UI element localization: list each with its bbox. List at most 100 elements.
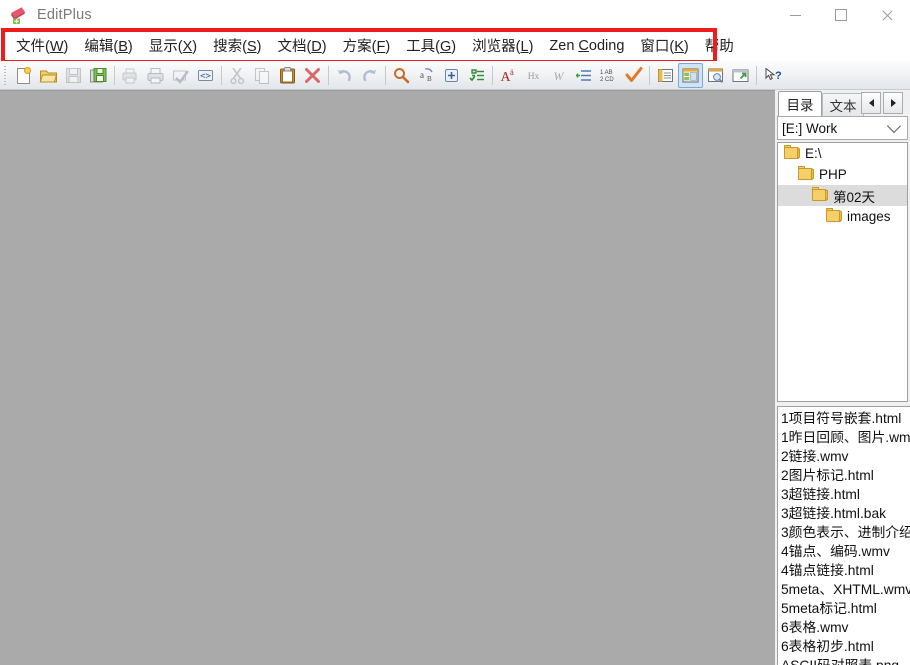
window-controls [772, 0, 910, 30]
menu-item-8[interactable]: Zen Coding [541, 35, 632, 57]
indent-button[interactable] [571, 63, 596, 88]
maximize-button[interactable] [818, 0, 864, 30]
hex-view-button[interactable]: Hx [521, 63, 546, 88]
minimize-icon [789, 14, 801, 16]
menu-item-9[interactable]: 窗口(K) [632, 32, 696, 59]
font-button[interactable]: A ä [496, 63, 521, 88]
close-icon [881, 9, 893, 21]
file-list-item[interactable]: 1项目符号嵌套.html [781, 409, 910, 428]
file-list-item[interactable]: 3超链接.html [781, 485, 910, 504]
spell-ok-button[interactable] [621, 63, 646, 88]
goto-line-button[interactable] [439, 63, 464, 88]
svg-text:ä: ä [510, 67, 514, 77]
menu-item-1[interactable]: 编辑(B) [76, 32, 140, 59]
file-list-item[interactable]: 2链接.wmv [781, 447, 910, 466]
menu-item-mnemonic: (S) [242, 39, 262, 55]
tab-text[interactable]: 文本 [822, 93, 864, 116]
sort-button[interactable]: 1 AB 2 CD [596, 63, 621, 88]
menu-item-3[interactable]: 搜索(S) [205, 32, 269, 59]
menu-item-label: 窗口 [640, 39, 670, 55]
drive-selector[interactable]: [E:] Work [777, 116, 908, 140]
file-list-item[interactable]: 4锚点链接.html [781, 561, 910, 580]
tab-directory[interactable]: 目录 [778, 91, 822, 116]
menu-item-mnemonic: (F) [371, 39, 391, 55]
menu-item-mnemonic: (X) [177, 39, 198, 55]
toolbar-grip[interactable] [2, 65, 9, 85]
browser-preview-button[interactable] [728, 63, 753, 88]
tree-node-0[interactable]: E:\ [778, 143, 907, 164]
paste-button[interactable] [275, 63, 300, 88]
tab-scroll-left-button[interactable] [861, 92, 881, 114]
svg-text:1 AB: 1 AB [600, 70, 613, 76]
print-preview-button[interactable] [118, 63, 143, 88]
menu-bar: 文件(W) 编辑(B) 显示(X) 搜索(S) 文档(D) 方案(F) 工具(G) 浏览器(L… [0, 30, 910, 61]
clip-library-button[interactable] [703, 63, 728, 88]
title-bar: EditPlus [0, 0, 910, 30]
print-button[interactable] [143, 63, 168, 88]
svg-text:a: a [420, 70, 424, 80]
file-list-item[interactable]: 1昨日回顾、图片.wmv [781, 428, 910, 447]
file-list-item[interactable]: ASCII码对照表.png [781, 656, 910, 665]
toolbar: <> a B A ä Hx W 1 AB 2 CD ? [0, 61, 910, 90]
menu-item-0[interactable]: 文件(W) [8, 32, 76, 59]
file-list-item[interactable]: 2图片标记.html [781, 466, 910, 485]
drive-selector-value: [E:] Work [782, 120, 838, 136]
menu-item-label: 编辑 [84, 39, 114, 55]
file-list[interactable]: 1项目符号嵌套.html 1昨日回顾、图片.wmv 2链接.wmv 2图片标记.htm… [777, 406, 910, 665]
menu-item-mnemonic: (D) [306, 39, 327, 55]
menu-item-label: 浏览器 [472, 39, 516, 55]
file-list-item[interactable]: 3超链接.html.bak [781, 504, 910, 523]
file-list-item[interactable]: 3颜色表示、进制介绍.wmv [781, 523, 910, 542]
file-list-item[interactable]: 5meta、XHTML.wmv [781, 580, 910, 599]
undo-button[interactable] [332, 63, 357, 88]
tree-node-label: E:\ [805, 146, 822, 161]
tree-node-3[interactable]: images [778, 206, 907, 227]
tree-node-1[interactable]: PHP [778, 164, 907, 185]
find-button[interactable] [389, 63, 414, 88]
menu-item-label: 方案 [342, 39, 372, 55]
menu-item-2[interactable]: 显示(X) [141, 32, 205, 59]
output-window-button[interactable] [653, 63, 678, 88]
save-all-button[interactable] [86, 63, 111, 88]
find-replace-button[interactable]: a B [414, 63, 439, 88]
toggle-bookmark-button[interactable] [464, 63, 489, 88]
menu-item-mnemonic: (W) [45, 39, 69, 55]
svg-text:Hx: Hx [528, 72, 540, 82]
directory-panel-tabstrip: 目录 文本 [775, 90, 910, 116]
folder-tree[interactable]: E:\ PHP 第02天 images [777, 142, 908, 402]
menu-item-10[interactable]: 帮助 [697, 32, 742, 59]
editor-client-area[interactable] [0, 90, 775, 665]
svg-text:2 CD: 2 CD [600, 77, 614, 83]
tab-text-label: 文本 [829, 99, 857, 114]
menu-item-7[interactable]: 浏览器(L) [464, 32, 541, 59]
context-help-button[interactable]: ? [760, 63, 785, 88]
tab-scroll-right-button[interactable] [883, 92, 903, 114]
tree-node-label: images [847, 209, 891, 224]
close-button[interactable] [864, 0, 910, 30]
file-list-item[interactable]: 6表格初步.html [781, 637, 910, 656]
directory-window-button[interactable] [678, 62, 703, 88]
toolbar-separator [385, 65, 386, 85]
view-source-button[interactable]: <> [193, 63, 218, 88]
spellcheck-button[interactable] [168, 63, 193, 88]
new-file-button[interactable] [11, 63, 36, 88]
delete-button[interactable] [300, 63, 325, 88]
file-list-item[interactable]: 4锚点、编码.wmv [781, 542, 910, 561]
menu-item-5[interactable]: 方案(F) [335, 32, 399, 59]
file-list-item[interactable]: 5meta标记.html [781, 599, 910, 618]
copy-button[interactable] [250, 63, 275, 88]
menu-item-mnemonic: (G) [435, 39, 457, 55]
word-wrap-button[interactable]: W [546, 63, 571, 88]
tree-node-2[interactable]: 第02天 [778, 185, 907, 206]
minimize-button[interactable] [772, 0, 818, 30]
menu-item-4[interactable]: 文档(D) [269, 32, 334, 59]
redo-button[interactable] [357, 63, 382, 88]
save-file-button[interactable] [61, 63, 86, 88]
open-file-button[interactable] [36, 63, 61, 88]
toolbar-separator [649, 65, 650, 85]
cut-button[interactable] [225, 63, 250, 88]
folder-icon [784, 145, 800, 160]
tree-node-label: PHP [819, 167, 847, 182]
file-list-item[interactable]: 6表格.wmv [781, 618, 910, 637]
menu-item-6[interactable]: 工具(G) [398, 32, 464, 59]
